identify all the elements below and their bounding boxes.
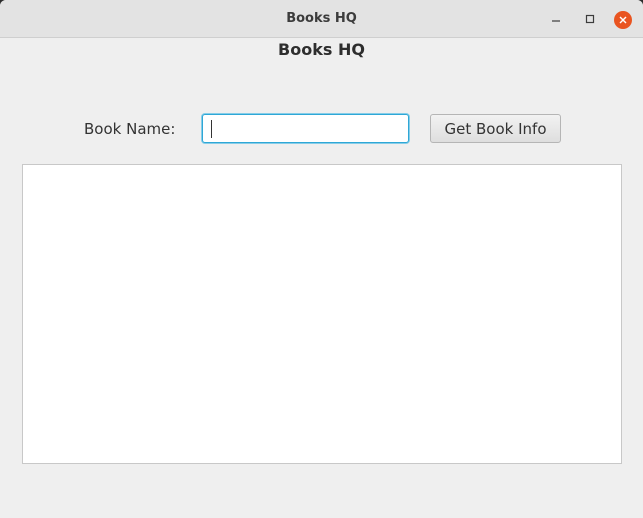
title-bar[interactable]: Books HQ [0,0,643,38]
app-heading: Books HQ [278,40,365,59]
maximize-icon [585,14,595,24]
app-window: Books HQ Books HQ Book Name: Get Book In… [0,0,643,518]
book-info-output[interactable] [22,164,622,464]
minimize-button[interactable] [546,9,566,29]
minimize-icon [552,20,560,22]
book-name-input[interactable] [202,114,409,143]
maximize-button[interactable] [580,9,600,29]
get-book-info-button[interactable]: Get Book Info [430,114,561,143]
book-name-label: Book Name: [84,120,176,138]
close-icon [619,16,627,24]
text-caret [211,120,212,138]
close-button[interactable] [614,11,632,29]
